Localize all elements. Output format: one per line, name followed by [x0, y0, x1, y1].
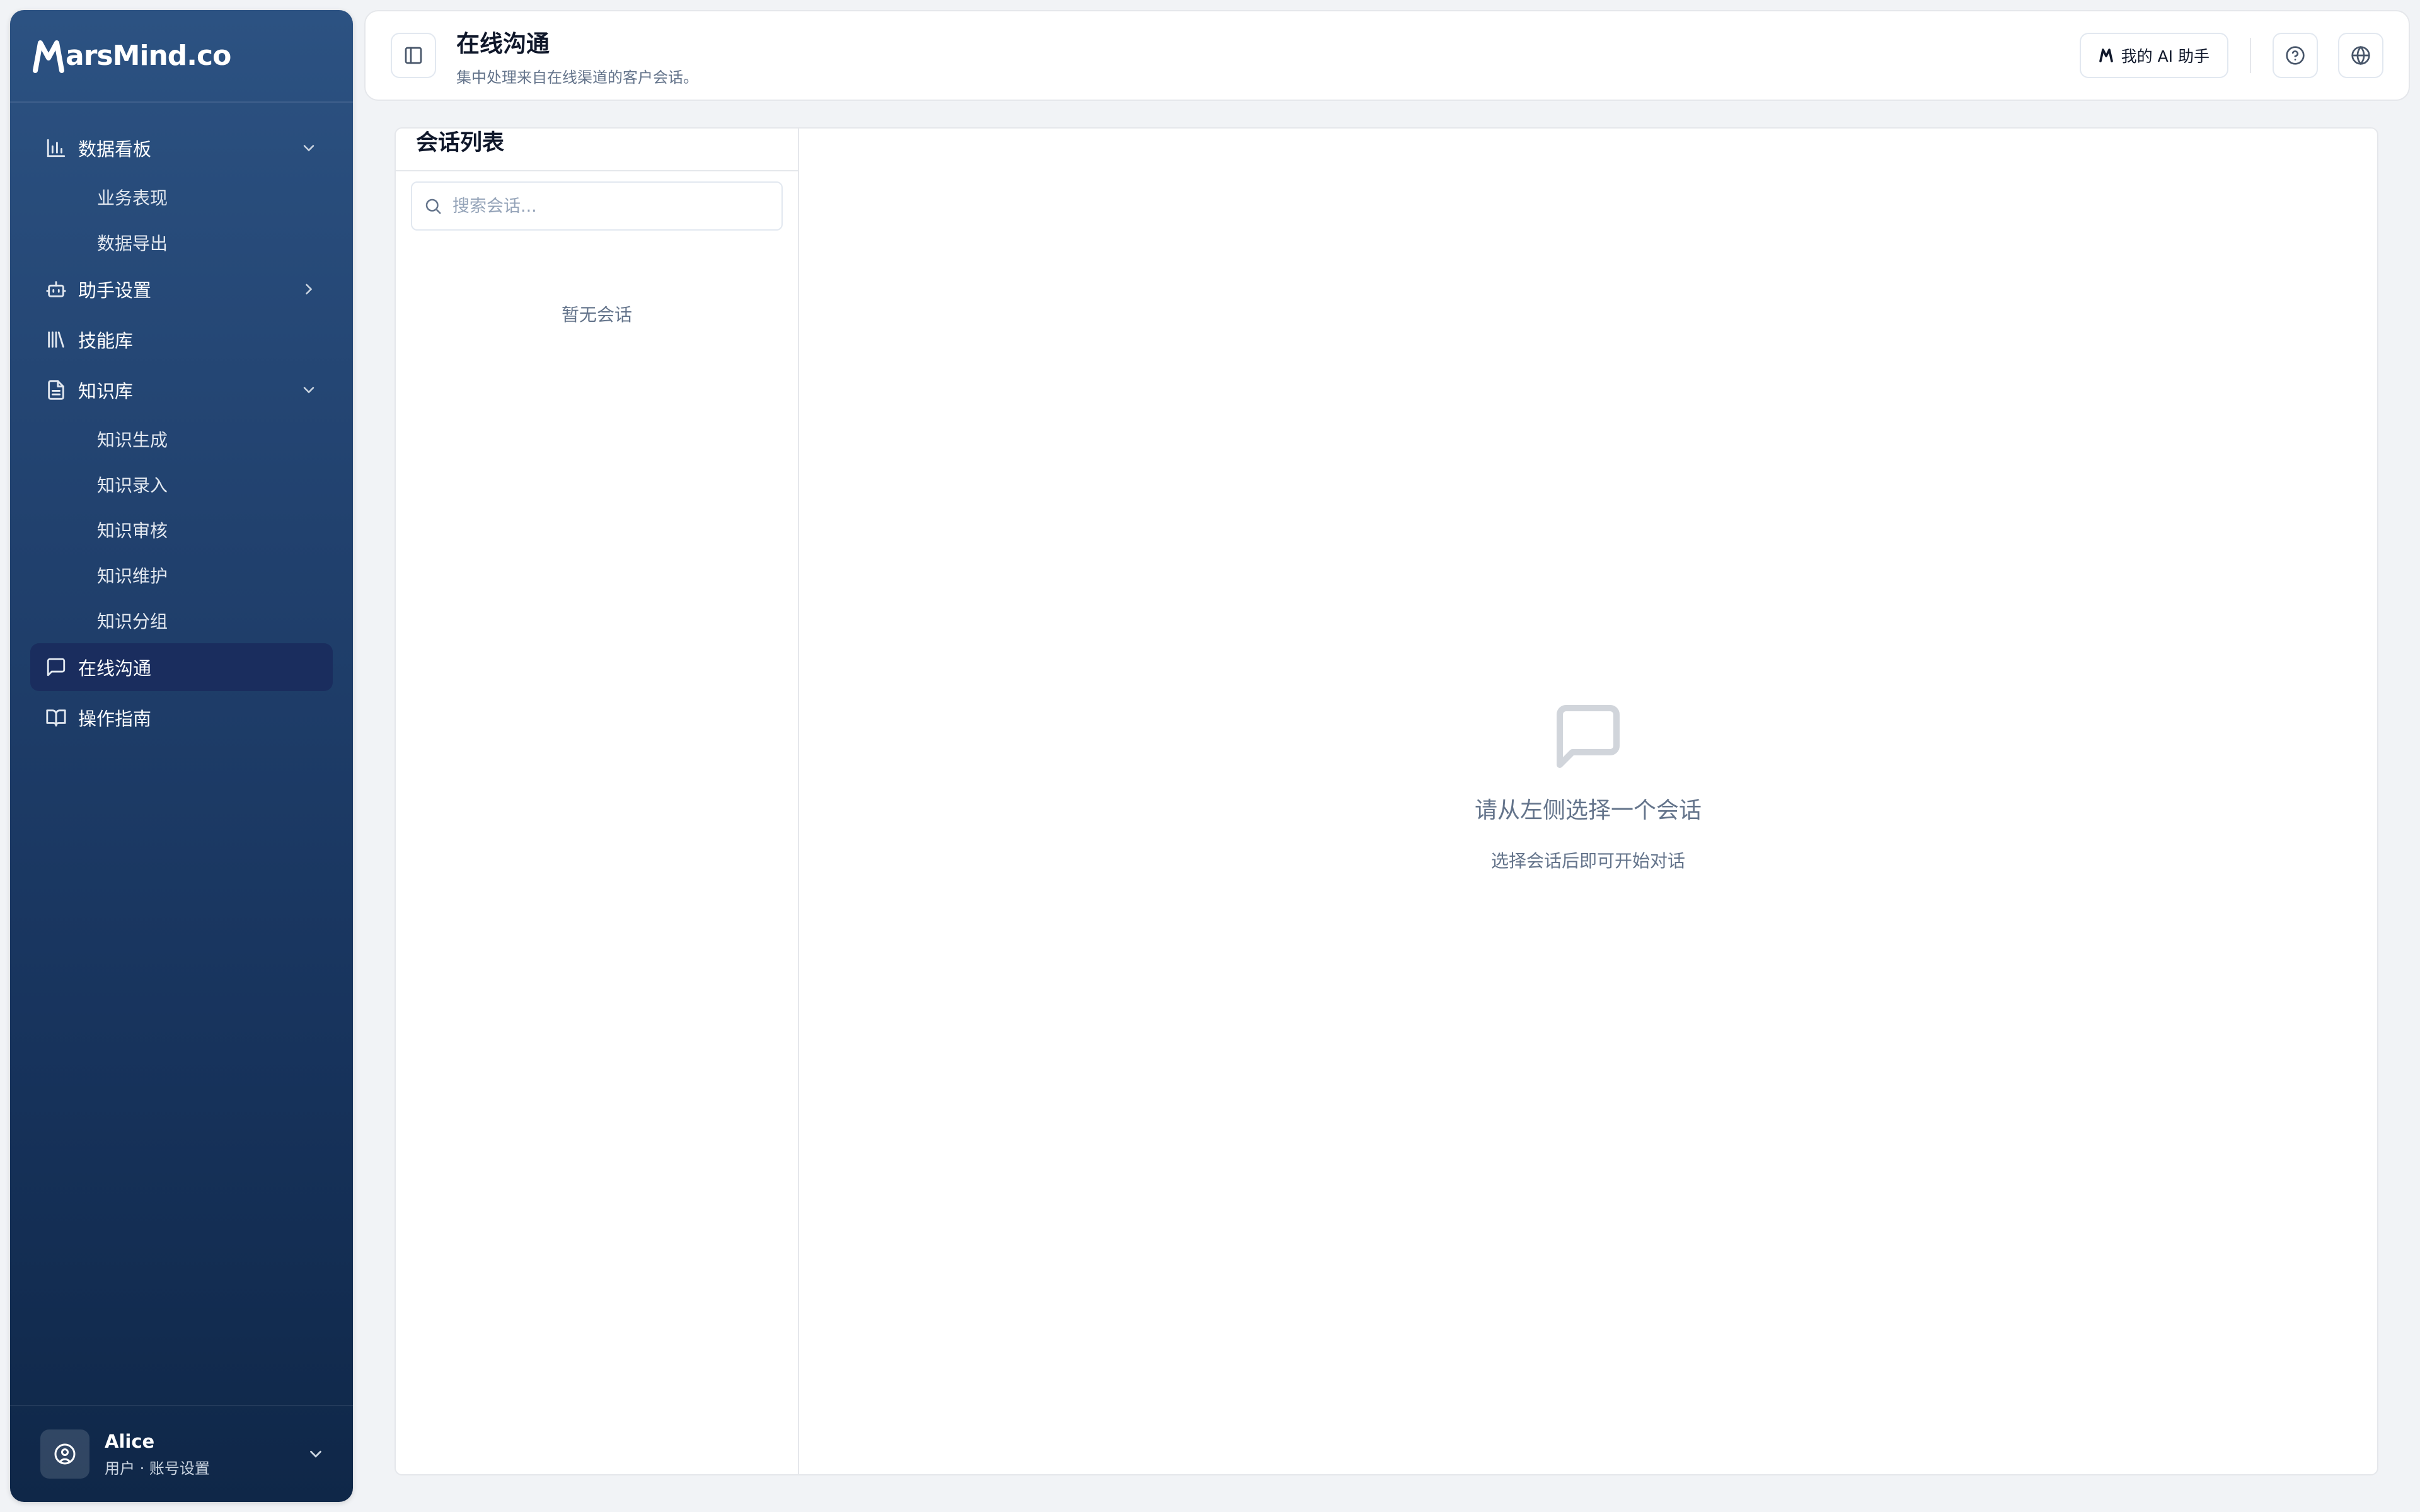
sidebar-subitem-data-export[interactable]: 数据导出 [30, 220, 333, 265]
chat-empty-title: 请从左侧选择一个会话 [1474, 798, 1702, 823]
sidebar-item-label: 知识库 [78, 381, 134, 402]
m-logo-icon [2099, 49, 2113, 62]
avatar [40, 1429, 89, 1479]
sidebar-item-label: 助手设置 [78, 280, 152, 301]
logo-text: arsMind.co [66, 40, 231, 72]
conversation-list-header: 会话列表 [396, 129, 798, 171]
user-menu[interactable]: Alice 用户 · 账号设置 [10, 1405, 353, 1502]
user-circle-icon [54, 1443, 76, 1465]
sidebar-subitem-knowledge-group[interactable]: 知识分组 [30, 598, 333, 643]
library-icon [48, 331, 64, 348]
chevron-right-icon [306, 284, 313, 295]
help-button[interactable] [2273, 33, 2318, 78]
main-content: 会话列表 暂无会话 请从左侧选择一个会话 选择会话后即可开始对话 [364, 101, 2410, 1502]
panel-left-icon [405, 47, 422, 64]
sidebar-item-label: 操作指南 [78, 708, 152, 730]
sidebar-subitem-knowledge-input[interactable]: 知识录入 [30, 462, 333, 507]
header-divider [2250, 38, 2251, 73]
message-square-icon [47, 658, 66, 677]
sidebar-item-label: 在线沟通 [78, 658, 152, 679]
conversation-list-title: 会话列表 [416, 130, 505, 156]
top-header: 在线沟通 集中处理来自在线渠道的客户会话。 我的 AI 助手 [364, 10, 2410, 101]
sidebar-subitem-knowledge-generate[interactable]: 知识生成 [30, 416, 333, 462]
sidebar: arsMind.co 数据看板 业务表现 数据导出 助手设置 技能库 知识库 知 [10, 10, 353, 1502]
sidebar-item-dashboard[interactable]: 数据看板 [30, 124, 333, 172]
chat-pane: 请从左侧选择一个会话 选择会话后即可开始对话 [799, 129, 2377, 1474]
bar-chart-icon [47, 139, 66, 158]
bot-icon [46, 281, 66, 297]
search-box [411, 181, 783, 231]
help-circle-icon [2286, 46, 2305, 65]
user-role: 用户 · 账号设置 [105, 1459, 210, 1477]
book-open-icon [46, 709, 66, 727]
my-ai-assistant-button[interactable]: 我的 AI 助手 [2079, 33, 2228, 78]
page-title: 在线沟通 [456, 30, 550, 57]
chevron-down-icon [310, 1450, 321, 1458]
chevron-down-icon [303, 145, 314, 152]
page-subtitle: 集中处理来自在线渠道的客户会话。 [456, 68, 698, 86]
search-input[interactable] [452, 196, 781, 216]
search-icon [425, 198, 441, 214]
file-text-icon [48, 380, 64, 400]
sidebar-item-assistant-settings[interactable]: 助手设置 [30, 265, 333, 313]
sidebar-item-skill-library[interactable]: 技能库 [30, 316, 333, 364]
sidebar-subitem-business-performance[interactable]: 业务表现 [30, 175, 333, 220]
chevron-down-icon [303, 387, 314, 394]
sidebar-nav: 数据看板 业务表现 数据导出 助手设置 技能库 知识库 知识生成 知识录入 知识… [10, 103, 353, 742]
sidebar-item-label: 数据看板 [78, 139, 152, 160]
logo-area: arsMind.co [10, 10, 353, 103]
empty-conversations-text: 暂无会话 [561, 304, 632, 325]
m-logo-icon [33, 40, 64, 73]
ai-button-label: 我的 AI 助手 [2121, 47, 2210, 66]
message-square-icon [1557, 705, 1620, 768]
globe-icon [2351, 45, 2370, 66]
sidebar-subitem-knowledge-maintain[interactable]: 知识维护 [30, 553, 333, 598]
toggle-sidebar-button[interactable] [391, 33, 436, 78]
sidebar-item-guide[interactable]: 操作指南 [30, 694, 333, 742]
sidebar-item-label: 技能库 [78, 330, 134, 352]
sidebar-item-online-chat[interactable]: 在线沟通 [30, 643, 333, 691]
conversation-list-pane: 会话列表 暂无会话 [396, 129, 799, 1474]
sidebar-subitem-knowledge-review[interactable]: 知识审核 [30, 507, 333, 553]
chat-card: 会话列表 暂无会话 请从左侧选择一个会话 选择会话后即可开始对话 [395, 127, 2378, 1475]
language-button[interactable] [2338, 33, 2383, 78]
brand-logo[interactable]: arsMind.co [33, 39, 231, 73]
chat-empty-subtitle: 选择会话后即可开始对话 [1490, 850, 1685, 871]
user-name: Alice [105, 1430, 155, 1452]
sidebar-item-knowledge-base[interactable]: 知识库 [30, 366, 333, 414]
